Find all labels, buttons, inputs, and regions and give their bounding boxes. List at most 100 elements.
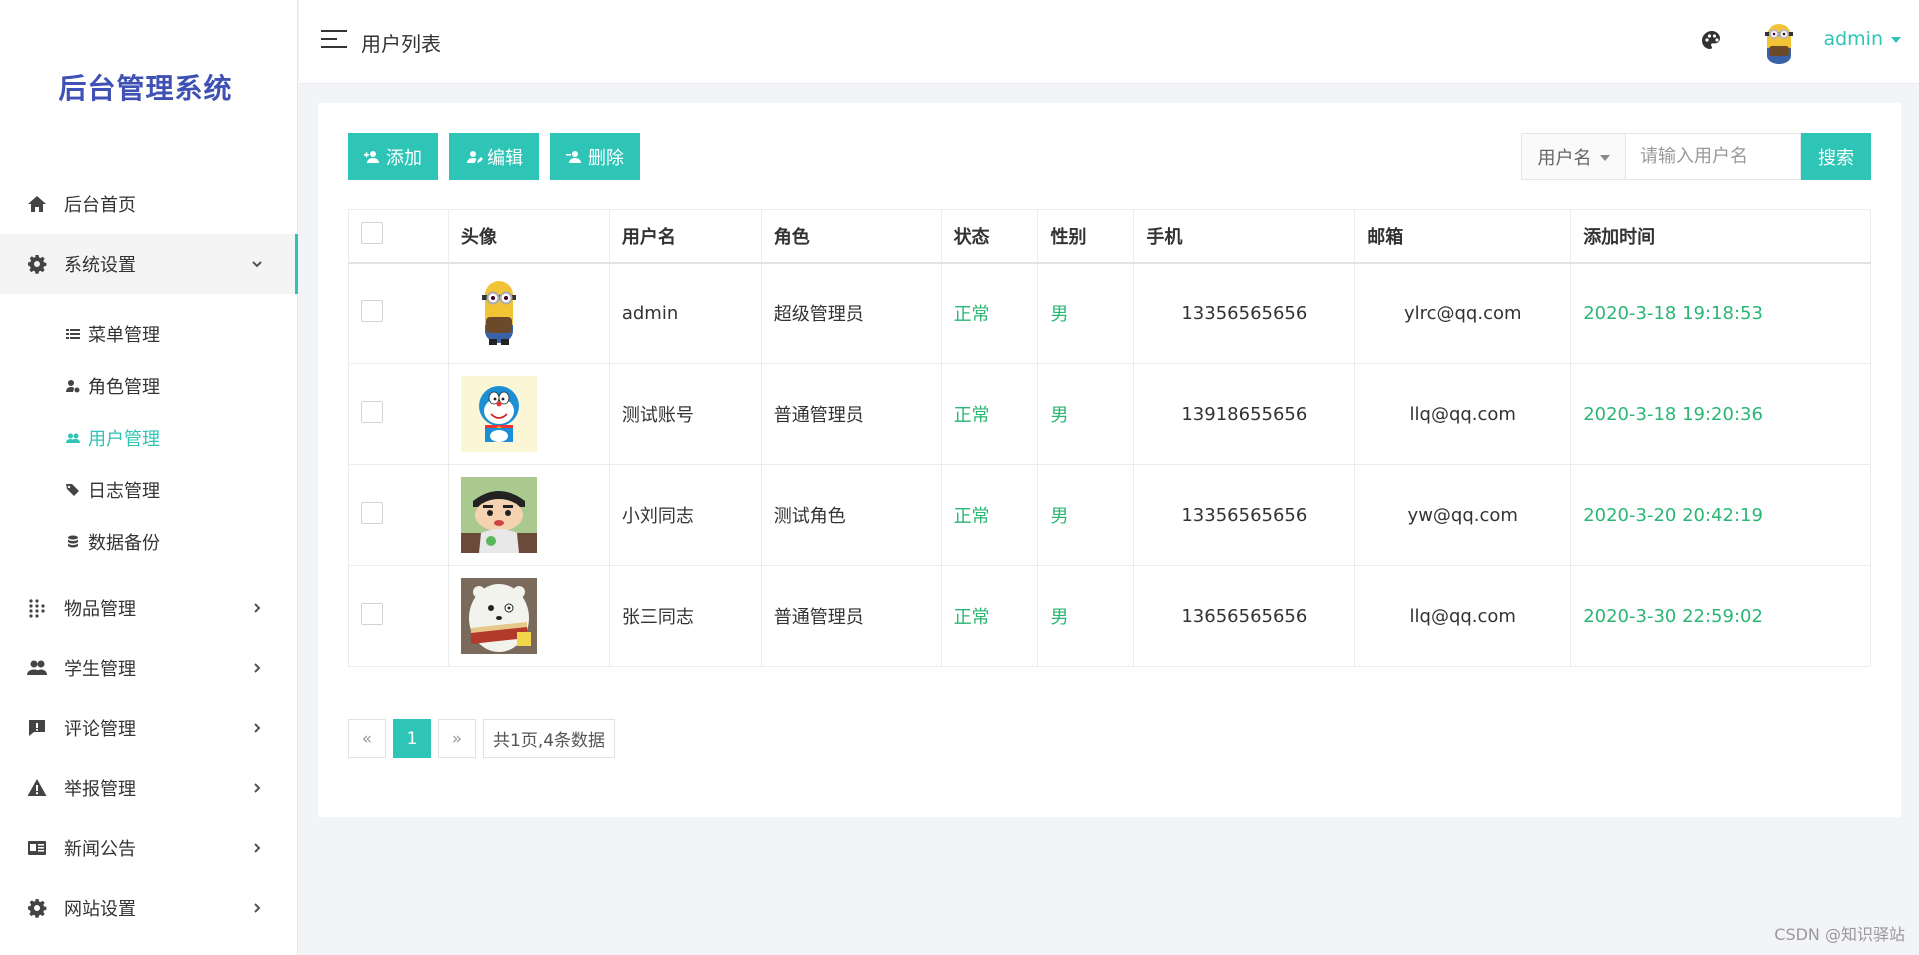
- status-badge: 正常: [940, 464, 1039, 566]
- email-cell: ylrc@qq.com: [1354, 262, 1572, 364]
- home-icon: [26, 193, 48, 215]
- avatar: [460, 376, 537, 452]
- table-row[interactable]: 测试账号 普通管理员 正常 男 13918655656 llq@qq.com 2…: [348, 363, 1871, 465]
- chevron-right-icon: [251, 662, 263, 674]
- grid-dots-icon: [26, 597, 48, 619]
- pagination-info: 共1页,4条数据: [483, 719, 616, 758]
- gender-cell: 男: [1037, 363, 1135, 465]
- row-checkbox[interactable]: [361, 299, 383, 322]
- list-icon: [66, 327, 80, 341]
- search-button[interactable]: 搜索: [1801, 133, 1871, 180]
- page-title: 用户列表: [361, 32, 441, 56]
- user-edit-icon: [467, 150, 483, 163]
- column-header: 角色: [760, 209, 942, 263]
- column-header: 添加时间: [1570, 209, 1871, 263]
- column-header: 邮箱: [1354, 209, 1572, 263]
- content-card: 添加 编辑 删除 用户名 搜索 头像 用户名 角色: [318, 103, 1901, 817]
- next-page-button[interactable]: »: [438, 719, 476, 758]
- phone-cell: 13356565656: [1133, 464, 1356, 566]
- newspaper-icon: [26, 837, 48, 859]
- sidebar-item-home[interactable]: 后台首页: [0, 174, 297, 234]
- status-badge: 正常: [940, 565, 1039, 667]
- search-bar: 用户名 搜索: [1521, 133, 1871, 180]
- sidebar-item-role-manage[interactable]: 角色管理: [0, 360, 297, 412]
- page-number-button[interactable]: 1: [393, 719, 431, 758]
- sidebar-item-students[interactable]: 学生管理: [0, 638, 297, 698]
- phone-cell: 13356565656: [1133, 262, 1356, 364]
- pagination: « 1 » 共1页,4条数据: [348, 719, 616, 758]
- table-row[interactable]: admin 超级管理员 正常 男 13356565656 ylrc@qq.com…: [348, 262, 1871, 364]
- user-table: 头像 用户名 角色 状态 性别 手机 邮箱 添加时间 admin 超级管理员 正…: [348, 209, 1871, 667]
- menu-toggle-icon[interactable]: [321, 30, 347, 52]
- database-icon: [66, 535, 80, 549]
- sidebar-item-comments[interactable]: 评论管理: [0, 698, 297, 758]
- sidebar-item-system-settings[interactable]: 系统设置: [0, 234, 298, 294]
- status-badge: 正常: [940, 262, 1039, 364]
- prev-page-button[interactable]: «: [348, 719, 386, 758]
- username-cell: admin: [608, 262, 762, 364]
- sidebar-item-goods[interactable]: 物品管理: [0, 578, 297, 638]
- sidebar: 后台管理系统 后台首页 系统设置 菜单管理 角色管理 用户管理 日志管理 数据备…: [0, 0, 298, 955]
- avatar: [481, 281, 516, 346]
- users-icon: [26, 657, 48, 679]
- status-badge: 正常: [940, 363, 1039, 465]
- chevron-right-icon: [251, 782, 263, 794]
- email-cell: llq@qq.com: [1354, 565, 1572, 667]
- gender-cell: 男: [1037, 565, 1135, 667]
- chevron-right-icon: [251, 722, 263, 734]
- chevron-right-icon: [251, 902, 263, 914]
- caret-down-icon: [1891, 37, 1901, 43]
- caret-down-icon: [1599, 154, 1610, 161]
- select-all-cell[interactable]: [348, 209, 449, 263]
- sidebar-item-menu-manage[interactable]: 菜单管理: [0, 308, 297, 360]
- brand-logo[interactable]: 后台管理系统: [0, 0, 297, 174]
- chevron-right-icon: [251, 842, 263, 854]
- column-header: 用户名: [608, 209, 762, 263]
- palette-icon[interactable]: [1700, 29, 1724, 53]
- search-input[interactable]: [1625, 133, 1801, 180]
- row-checkbox[interactable]: [361, 400, 383, 423]
- search-field-select[interactable]: 用户名: [1521, 133, 1625, 180]
- column-header: 性别: [1037, 209, 1135, 263]
- sidebar-item-reports[interactable]: 举报管理: [0, 758, 297, 818]
- chevron-right-icon: [251, 602, 263, 614]
- table-row[interactable]: 张三同志 普通管理员 正常 男 13656565656 llq@qq.com 2…: [348, 565, 1871, 667]
- sidebar-item-data-backup[interactable]: 数据备份: [0, 516, 297, 568]
- time-cell: 2020-3-30 22:59:02: [1570, 565, 1871, 667]
- time-cell: 2020-3-18 19:20:36: [1570, 363, 1871, 465]
- gender-cell: 男: [1037, 262, 1135, 364]
- gender-cell: 男: [1037, 464, 1135, 566]
- add-button[interactable]: 添加: [348, 133, 438, 180]
- column-header: 头像: [447, 209, 610, 263]
- system-settings-submenu: 菜单管理 角色管理 用户管理 日志管理 数据备份: [0, 294, 297, 578]
- column-header: 状态: [940, 209, 1039, 263]
- column-header: 手机: [1133, 209, 1356, 263]
- time-cell: 2020-3-20 20:42:19: [1570, 464, 1871, 566]
- sidebar-item-news[interactable]: 新闻公告: [0, 818, 297, 878]
- avatar: [460, 578, 537, 654]
- username-cell: 小刘同志: [608, 464, 762, 566]
- warning-icon: [26, 777, 48, 799]
- username-cell: 测试账号: [608, 363, 762, 465]
- tags-icon: [66, 483, 80, 497]
- email-cell: yw@qq.com: [1354, 464, 1572, 566]
- user-minus-icon: [566, 150, 581, 163]
- delete-button[interactable]: 删除: [550, 133, 640, 180]
- sidebar-item-user-manage[interactable]: 用户管理: [0, 412, 297, 464]
- time-cell: 2020-3-18 19:18:53: [1570, 262, 1871, 364]
- table-row[interactable]: 小刘同志 测试角色 正常 男 13356565656 yw@qq.com 202…: [348, 464, 1871, 566]
- row-checkbox[interactable]: [361, 602, 383, 625]
- phone-cell: 13656565656: [1133, 565, 1356, 667]
- table-header-row: 头像 用户名 角色 状态 性别 手机 邮箱 添加时间: [348, 209, 1871, 263]
- sidebar-item-site-settings[interactable]: 网站设置: [0, 878, 297, 938]
- user-menu[interactable]: admin: [1823, 28, 1901, 50]
- avatar[interactable]: [1759, 18, 1799, 66]
- comment-icon: [26, 717, 48, 739]
- role-cell: 测试角色: [760, 464, 942, 566]
- users-icon: [66, 431, 80, 445]
- user-gear-icon: [66, 379, 80, 393]
- select-all-checkbox[interactable]: [361, 222, 383, 245]
- sidebar-item-log-manage[interactable]: 日志管理: [0, 464, 297, 516]
- edit-button[interactable]: 编辑: [449, 133, 539, 180]
- row-checkbox[interactable]: [361, 501, 383, 524]
